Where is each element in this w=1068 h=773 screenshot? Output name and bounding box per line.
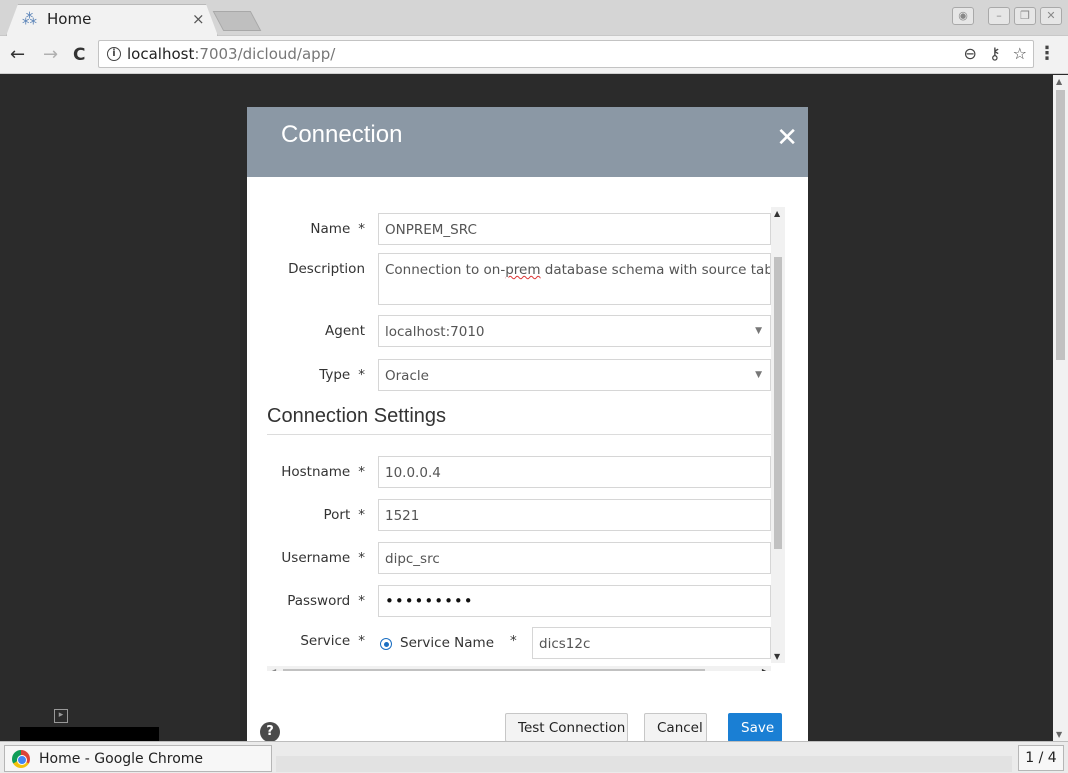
browser-menu-icon[interactable]: ⋮ <box>1038 43 1056 64</box>
os-taskbar: Home - Google Chrome 1 / 4 <box>0 741 1068 773</box>
service-name-input[interactable]: dics12c <box>532 627 771 659</box>
username-input[interactable]: dipc_src <box>378 542 771 574</box>
dialog-body: Name * ONPREM_SRC Description Connection … <box>247 177 808 671</box>
dialog-close-icon[interactable]: ✕ <box>776 125 798 151</box>
restore-icon[interactable]: ❐ <box>1014 7 1036 25</box>
address-bar[interactable]: i localhost:7003/dicloud/app/ ⊖ ⚷ ☆ <box>98 40 1034 68</box>
site-info-icon[interactable]: i <box>107 47 121 61</box>
description-textarea[interactable]: Connection to on-prem database schema wi… <box>378 253 771 305</box>
chevron-down-icon: ▼ <box>755 370 762 380</box>
connection-dialog: Connection ✕ Name * ONPREM_SRC Descriptio… <box>247 107 808 742</box>
zoom-icon[interactable]: ⊖ <box>964 44 977 63</box>
taskbar-window-button[interactable]: Home - Google Chrome <box>4 745 272 772</box>
close-window-icon[interactable]: ✕ <box>1040 7 1062 25</box>
password-input[interactable]: ••••••••• <box>378 585 771 617</box>
name-input[interactable]: ONPREM_SRC <box>378 213 771 245</box>
service-name-radio[interactable]: Service Name * <box>378 627 538 659</box>
service-label: Service * <box>300 633 365 649</box>
port-label: Port * <box>323 507 365 523</box>
service-name-option: Service Name <box>400 635 495 651</box>
type-select[interactable]: Oracle ▼ <box>378 359 771 391</box>
taskbar-empty-area <box>276 756 1012 772</box>
profile-icon[interactable]: ◉ <box>952 7 974 25</box>
page-scrollbar[interactable]: ▲ ▼ <box>1053 75 1068 741</box>
left-panel-strip <box>20 727 159 741</box>
page-scroll-thumb[interactable] <box>1056 90 1065 360</box>
reload-icon[interactable]: C <box>73 45 85 65</box>
scroll-up-icon[interactable]: ▲ <box>774 209 780 218</box>
scroll-down-icon[interactable]: ▼ <box>1056 730 1062 739</box>
dialog-vertical-scrollbar[interactable]: ▲ ▼ <box>771 207 785 663</box>
connection-settings-heading: Connection Settings <box>267 405 771 435</box>
name-label: Name * <box>310 221 365 237</box>
tab-close-icon[interactable]: × <box>192 10 205 28</box>
hostname-label: Hostname * <box>281 464 365 480</box>
bookmark-star-icon[interactable]: ☆ <box>1013 44 1027 63</box>
password-label: Password * <box>287 593 365 609</box>
help-icon[interactable]: ? <box>260 722 280 742</box>
dialog-footer: ? Test Connection Cancel Save <box>247 671 808 742</box>
dialog-title: Connection <box>281 121 403 148</box>
cancel-button[interactable]: Cancel <box>644 713 707 742</box>
forward-icon[interactable]: → <box>43 44 58 65</box>
description-label: Description <box>288 261 365 277</box>
test-connection-button[interactable]: Test Connection <box>505 713 628 742</box>
hostname-input[interactable]: 10.0.0.4 <box>378 456 771 488</box>
tab-title: Home <box>47 10 92 28</box>
dialog-header: Connection ✕ <box>247 107 808 177</box>
window-controls: ◉ – ❐ ✕ <box>952 7 1062 25</box>
scroll-down-icon[interactable]: ▼ <box>774 652 780 661</box>
taskbar-window-label: Home - Google Chrome <box>39 751 204 767</box>
new-tab-button[interactable] <box>212 11 262 31</box>
browser-tab-strip: ⁂ Home × ◉ – ❐ ✕ <box>0 0 1068 36</box>
browser-toolbar: ← → C i localhost:7003/dicloud/app/ ⊖ ⚷ … <box>0 36 1068 74</box>
url-text: localhost:7003/dicloud/app/ <box>127 45 336 63</box>
port-input[interactable]: 1521 <box>378 499 771 531</box>
scroll-up-icon[interactable]: ▲ <box>1056 77 1062 86</box>
app-favicon-icon: ⁂ <box>22 10 37 28</box>
username-label: Username * <box>281 550 365 566</box>
save-button[interactable]: Save <box>728 713 782 742</box>
service-name-required: * <box>510 633 517 649</box>
dialog-scroll-thumb[interactable] <box>774 257 782 549</box>
agent-label: Agent <box>325 323 365 339</box>
minimize-icon[interactable]: – <box>988 7 1010 25</box>
radio-selected-icon[interactable] <box>380 638 392 650</box>
back-icon[interactable]: ← <box>10 44 25 65</box>
key-icon[interactable]: ⚷ <box>989 44 1001 63</box>
chrome-icon <box>12 750 30 768</box>
agent-select[interactable]: localhost:7010 ▼ <box>378 315 771 347</box>
workspace-pager[interactable]: 1 / 4 <box>1018 745 1064 771</box>
type-label: Type * <box>319 367 365 383</box>
chevron-down-icon: ▼ <box>755 326 762 336</box>
sidebar-toggle-icon[interactable]: ▸ <box>54 709 68 723</box>
